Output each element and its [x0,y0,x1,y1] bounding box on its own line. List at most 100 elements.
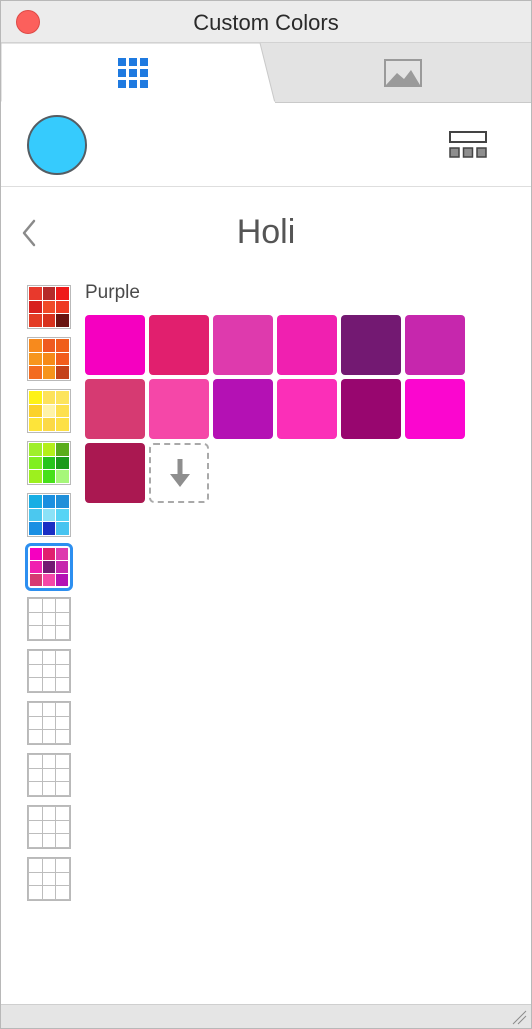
color-swatch[interactable] [149,315,209,375]
palette-thumbnail-cell [29,599,42,612]
tab-palettes[interactable] [1,43,276,103]
palette-thumbnail[interactable] [27,493,71,537]
color-swatch[interactable] [213,379,273,439]
palette-thumbnail-cell [42,456,56,470]
palette-thumbnail-cell [29,807,42,820]
tab-image[interactable] [275,43,531,103]
palette-thumbnail-cell [56,561,68,573]
palette-thumbnail-cell [29,612,42,626]
palette-thumbnail-cell [56,716,69,730]
palette-thumbnail-cell [29,508,42,522]
palette-thumbnail-cell [56,730,69,743]
palette-thumbnail-cell [56,872,69,886]
palette-thumbnail[interactable] [27,649,71,693]
color-swatch[interactable] [149,379,209,439]
palette-thumbnail-cell [56,339,69,352]
color-swatch[interactable] [405,379,465,439]
palette-thumbnail-cell [29,418,42,431]
palette-thumbnail-cell [42,314,56,327]
add-color-slot[interactable] [149,443,209,503]
palette-thumbnail-cell [29,314,42,327]
palette-thumbnail[interactable] [27,389,71,433]
palette-thumbnail[interactable] [27,701,71,745]
palette-thumbnail-cell [56,768,69,782]
palette-thumbnail-cell [29,339,42,352]
palette-thumbnail[interactable] [27,753,71,797]
color-swatch[interactable] [85,443,145,503]
palette-thumbnail-cell [56,548,68,560]
palette-thumbnail-cell [29,443,42,456]
palette-thumbnail-cell [29,859,42,872]
palette-thumbnail-cell [29,456,42,470]
color-swatch[interactable] [277,315,337,375]
color-swatch[interactable] [85,379,145,439]
palette-thumbnail-cell [42,820,56,834]
palette-thumbnail-cell [56,391,69,404]
palette-thumbnail-cell [42,626,56,639]
color-swatch[interactable] [341,379,401,439]
palette-thumbnail[interactable] [27,805,71,849]
palette-thumbnail[interactable] [27,857,71,901]
palette-thumbnail-cell [43,548,55,560]
color-swatch[interactable] [85,315,145,375]
palette-thumbnail[interactable] [27,597,71,641]
palette-thumbnail-cell [42,872,56,886]
layout-icon[interactable] [447,131,489,159]
palette-thumbnail-cell [56,807,69,820]
palette-thumbnail-cell [42,664,56,678]
palette-thumbnail-cell [56,678,69,691]
palette-thumbnail-cell [43,561,55,573]
palette-thumbnail-cell [56,352,69,366]
palette-thumbnail[interactable] [27,285,71,329]
palette-thumbnail-cell [29,366,42,379]
palette-thumbnail-cell [56,574,68,586]
window-title: Custom Colors [193,10,339,35]
color-swatch[interactable] [213,315,273,375]
palette-thumbnail-cell [29,703,42,716]
palette-thumbnail[interactable] [25,543,73,591]
group-name: Purple [85,282,140,303]
palette-thumbnail-cell [42,599,56,612]
palette-thumbnail-cell [56,651,69,664]
palette-thumbnail-cell [56,782,69,795]
color-swatch[interactable] [277,379,337,439]
palette-thumbnail-cell [30,548,42,560]
palette-thumbnail-cell [56,366,69,379]
palette-thumbnail[interactable] [27,337,71,381]
palette-thumbnail-cell [56,495,69,508]
palette-thumbnail-cell [42,391,56,404]
grid-icon [118,58,148,88]
palette-thumbnail-cell [30,561,42,573]
palette-thumbnail-cell [29,782,42,795]
palette-thumbnail-cell [29,664,42,678]
palette-title: Holi [236,213,296,251]
palette-thumbnail-cell [42,782,56,795]
palette-thumbnail-cell [42,703,56,716]
palette-thumbnail-cell [42,886,56,899]
palette-thumbnail-cell [42,834,56,847]
palette-thumbnail-cell [56,443,69,456]
palette-thumbnail-cell [29,300,42,314]
palette-thumbnail-cell [56,820,69,834]
palette-thumbnail-cell [42,678,56,691]
palette-thumbnail-cell [42,495,56,508]
palette-thumbnail-cell [56,287,69,300]
custom-colors-window: Custom Colors Holi Purple [0,0,532,1029]
palette-thumbnail[interactable] [27,441,71,485]
palette-thumbnail-cell [29,391,42,404]
palette-thumbnail-cell [43,574,55,586]
status-bar [1,1004,531,1028]
palette-thumbnail-cell [56,612,69,626]
toolbar [1,103,531,187]
palette-thumbnail-cell [42,418,56,431]
palette-thumbnail-cell [29,626,42,639]
palette-thumbnail-cell [29,470,42,483]
current-color-well[interactable] [27,115,87,175]
palette-thumbnail-cell [29,730,42,743]
tab-bar [1,43,531,103]
palette-thumbnail-cell [56,599,69,612]
color-swatch[interactable] [405,315,465,375]
palette-thumbnail-cell [29,495,42,508]
color-swatch[interactable] [341,315,401,375]
resize-grip-icon[interactable] [511,1009,527,1025]
